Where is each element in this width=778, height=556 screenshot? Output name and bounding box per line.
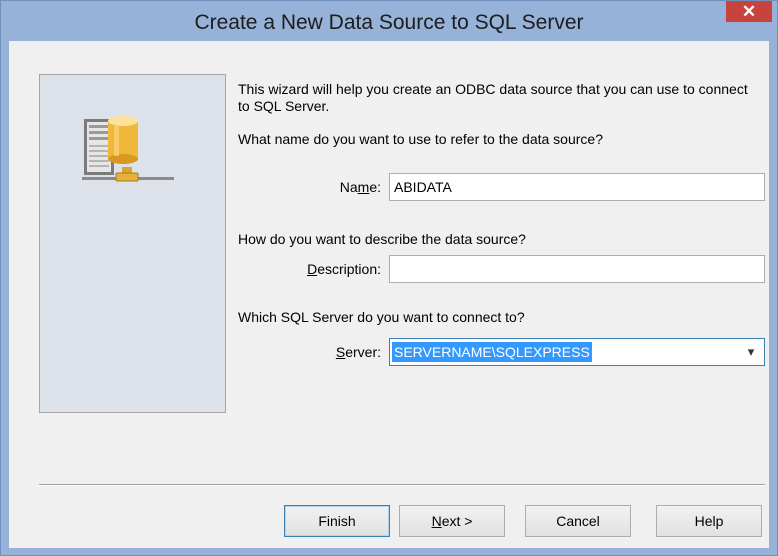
next-button-key: N <box>431 513 442 529</box>
side-panel <box>39 74 226 413</box>
name-question: What name do you want to use to refer to… <box>238 131 603 147</box>
close-icon: ✕ <box>741 2 757 21</box>
description-label-post: escription: <box>317 261 381 277</box>
name-label-post: e: <box>369 179 381 195</box>
next-button[interactable]: Next > <box>399 505 505 537</box>
name-label-pre: Na <box>339 179 358 195</box>
dialog-window: Create a New Data Source to SQL Server ✕ <box>0 0 778 556</box>
server-selected-value[interactable]: SERVERNAME\SQLEXPRESS <box>392 342 592 362</box>
server-label: Server: <box>289 344 381 361</box>
window-title: Create a New Data Source to SQL Server <box>194 11 584 34</box>
server-combobox[interactable]: SERVERNAME\SQLEXPRESS ▾ <box>389 338 765 366</box>
description-label: Description: <box>269 261 381 278</box>
separator <box>39 484 765 486</box>
cancel-button[interactable]: Cancel <box>525 505 631 537</box>
name-label: Name: <box>309 179 381 196</box>
intro-text: This wizard will help you create an ODBC… <box>238 81 748 114</box>
server-label-key: S <box>335 344 346 360</box>
description-label-key: D <box>307 261 318 277</box>
name-input[interactable]: ABIDATA <box>389 173 765 201</box>
description-input[interactable] <box>389 255 765 283</box>
finish-button[interactable]: Finish <box>284 505 390 537</box>
dialog-body: This wizard will help you create an ODBC… <box>9 41 769 548</box>
chevron-down-icon[interactable]: ▾ <box>742 343 760 361</box>
next-button-label: ext > <box>441 513 473 529</box>
title-bar[interactable]: Create a New Data Source to SQL Server ✕ <box>1 1 777 41</box>
description-question: How do you want to describe the data sou… <box>238 231 526 247</box>
name-label-key: m <box>357 179 370 195</box>
server-label-post: erver: <box>345 344 381 360</box>
close-button[interactable]: ✕ <box>726 1 772 22</box>
database-server-icon <box>82 116 174 182</box>
help-button[interactable]: Help <box>656 505 762 537</box>
server-question: Which SQL Server do you want to connect … <box>238 309 525 325</box>
